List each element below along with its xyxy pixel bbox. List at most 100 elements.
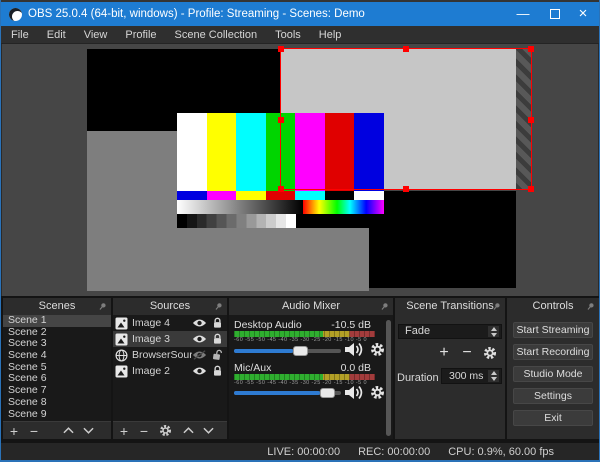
close-button[interactable]: × xyxy=(569,2,597,26)
settings-button[interactable]: Settings xyxy=(513,388,593,404)
selection-handle-midleft[interactable] xyxy=(278,117,284,123)
dock-area: Scenes Scene 1 Scene 2 Scene 3 Scene 4 S… xyxy=(1,296,599,443)
selection-handle-bottomright[interactable] xyxy=(528,186,534,192)
duration-row: Duration 300 ms xyxy=(397,368,502,384)
title-bar[interactable]: OBS 25.0.4 (64-bit, windows) - Profile: … xyxy=(1,0,599,26)
scene-item[interactable]: Scene 8 xyxy=(3,396,111,409)
visibility-eye-icon[interactable] xyxy=(192,334,207,344)
scenes-header[interactable]: Scenes xyxy=(3,298,111,315)
source-item[interactable]: BrowserSource xyxy=(113,347,227,363)
add-source-button[interactable]: + xyxy=(117,423,131,439)
source-item[interactable]: Image 2 xyxy=(113,363,227,379)
scene-item[interactable]: Scene 9 xyxy=(3,408,111,421)
remove-source-button[interactable]: − xyxy=(137,423,151,439)
lock-icon[interactable] xyxy=(212,317,223,329)
duration-spin-arrows[interactable] xyxy=(488,370,499,382)
menu-profile[interactable]: Profile xyxy=(116,26,165,44)
unlock-icon[interactable] xyxy=(212,349,223,361)
visibility-eye-icon[interactable] xyxy=(192,366,207,376)
add-scene-button[interactable]: + xyxy=(7,423,21,439)
menu-help[interactable]: Help xyxy=(310,26,351,44)
start-recording-button[interactable]: Start Recording xyxy=(513,344,593,360)
source-properties-gear-icon[interactable] xyxy=(159,424,173,437)
mixer-scrollbar-thumb[interactable] xyxy=(386,320,391,436)
source-name: BrowserSource xyxy=(132,349,192,361)
duration-value: 300 ms xyxy=(449,370,484,382)
volume-slider[interactable] xyxy=(234,346,341,356)
source-item[interactable]: Image 3 xyxy=(113,331,227,347)
chevron-down-icon xyxy=(490,332,497,337)
controls-header[interactable]: Controls xyxy=(507,298,599,315)
scene-item[interactable]: Scene 4 xyxy=(3,349,111,362)
speaker-icon[interactable] xyxy=(343,384,365,401)
scene-item[interactable]: Scene 1 xyxy=(3,314,111,327)
pin-icon[interactable] xyxy=(584,300,597,313)
source-selection-outline[interactable] xyxy=(278,46,534,192)
selection-handle-topright[interactable] xyxy=(528,46,534,52)
scene-up-button[interactable] xyxy=(63,427,77,434)
menu-tools[interactable]: Tools xyxy=(266,26,310,44)
exit-button[interactable]: Exit xyxy=(513,410,593,426)
mixer-gear-icon[interactable] xyxy=(370,342,385,357)
obs-window: OBS 25.0.4 (64-bit, windows) - Profile: … xyxy=(0,0,600,462)
source-down-button[interactable] xyxy=(203,427,217,434)
mixer-scrollbar[interactable] xyxy=(386,320,391,436)
chevron-up-icon xyxy=(490,371,497,375)
source-up-button[interactable] xyxy=(183,427,197,434)
studio-mode-button[interactable]: Studio Mode xyxy=(513,366,593,382)
menu-scene-collection[interactable]: Scene Collection xyxy=(166,26,267,44)
audio-mixer-body: Desktop Audio -10.5 dB -60 -55 -50 -45 -… xyxy=(229,315,393,439)
sources-header[interactable]: Sources xyxy=(113,298,227,315)
selection-handle-bottommid[interactable] xyxy=(403,186,409,192)
maximize-button[interactable] xyxy=(541,2,569,26)
menu-view[interactable]: View xyxy=(75,26,117,44)
volume-slider-handle[interactable] xyxy=(292,346,308,356)
mixer-gear-icon[interactable] xyxy=(370,385,385,400)
speaker-icon[interactable] xyxy=(343,341,365,358)
lock-icon[interactable] xyxy=(212,333,223,345)
volume-slider-handle[interactable] xyxy=(319,388,335,398)
menu-file[interactable]: File xyxy=(2,26,38,44)
scene-down-button[interactable] xyxy=(83,427,97,434)
menu-edit[interactable]: Edit xyxy=(38,26,75,44)
audio-mixer-header[interactable]: Audio Mixer xyxy=(229,298,393,315)
scene-transitions-body: Fade + − Duration 300 ms xyxy=(395,315,505,439)
scenes-panel: Scenes Scene 1 Scene 2 Scene 3 Scene 4 S… xyxy=(3,298,111,439)
sources-panel: Sources Image 4 Image 3 BrowserSour Imag… xyxy=(113,298,227,439)
minimize-button[interactable]: — xyxy=(509,2,537,26)
transition-select-arrows[interactable] xyxy=(488,326,499,337)
selection-handle-topmid[interactable] xyxy=(403,46,409,52)
source-item[interactable]: Image 4 xyxy=(113,315,227,331)
pin-icon[interactable] xyxy=(378,300,391,313)
scene-transitions-panel: Scene Transitions Fade + − Duration 300 … xyxy=(395,298,505,439)
transition-select[interactable]: Fade xyxy=(398,324,502,339)
visibility-eye-slash-icon[interactable] xyxy=(192,350,207,360)
audio-mixer-header-label: Audio Mixer xyxy=(281,300,341,312)
start-streaming-button[interactable]: Start Streaming xyxy=(513,322,593,338)
selection-handle-bottomleft[interactable] xyxy=(278,186,284,192)
selection-handle-topleft[interactable] xyxy=(278,46,284,52)
scenes-header-label: Scenes xyxy=(38,300,76,312)
add-transition-button[interactable]: + xyxy=(437,345,451,361)
pin-icon[interactable] xyxy=(96,300,109,313)
chevron-down-icon xyxy=(490,377,497,381)
volume-slider[interactable] xyxy=(234,388,341,398)
selection-handle-midright[interactable] xyxy=(528,117,534,123)
pin-icon[interactable] xyxy=(212,300,225,313)
transition-properties-gear-icon[interactable] xyxy=(483,346,497,360)
lock-icon[interactable] xyxy=(212,365,223,377)
channel-level-db: -10.5 dB xyxy=(331,319,371,331)
remove-scene-button[interactable]: − xyxy=(27,423,41,439)
source-name: Image 3 xyxy=(132,333,170,345)
sources-toolbar: + − xyxy=(113,421,227,439)
scene-transitions-header[interactable]: Scene Transitions xyxy=(395,298,505,315)
visibility-eye-icon[interactable] xyxy=(192,318,207,328)
canvas-black-rect-bottomright[interactable] xyxy=(369,191,516,288)
colorbars-steps-row xyxy=(177,214,384,228)
duration-spinbox[interactable]: 300 ms xyxy=(441,368,502,384)
maximize-icon xyxy=(550,9,560,19)
preview-canvas[interactable] xyxy=(2,44,598,296)
transition-selected-value: Fade xyxy=(405,325,431,337)
chevron-up-icon xyxy=(490,326,497,331)
remove-transition-button[interactable]: − xyxy=(460,345,474,361)
